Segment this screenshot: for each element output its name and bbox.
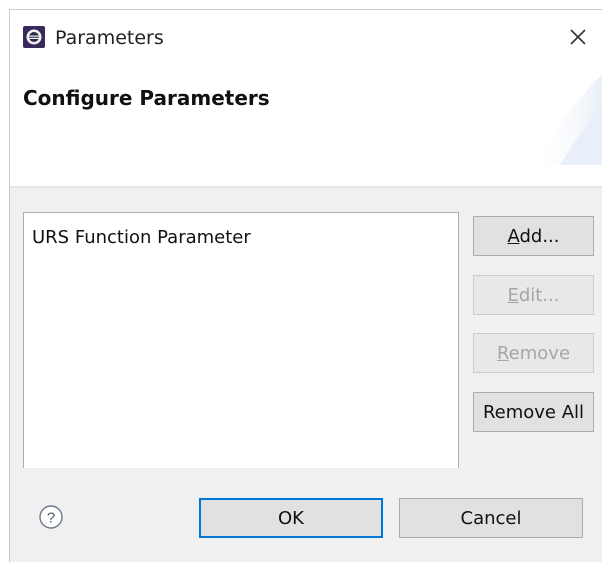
parameters-list[interactable]: URS Function Parameter [23,212,459,468]
banner-decoration [530,73,602,165]
list-item[interactable]: URS Function Parameter [32,226,251,250]
ok-button[interactable]: OK [199,498,383,538]
cancel-button[interactable]: Cancel [399,498,583,538]
remove-all-button[interactable]: Remove All [473,392,594,432]
remove-mnemonic: R [496,342,509,364]
add-label-rest: dd... [519,225,560,247]
edit-button[interactable]: Edit... [473,275,594,315]
add-button-label: Add... [507,226,559,247]
edit-mnemonic: E [507,284,519,306]
close-icon[interactable] [565,24,591,50]
dialog-banner: Configure Parameters [10,65,602,187]
banner-separator [10,186,602,188]
help-icon[interactable]: ? [38,504,64,530]
remove-button-label: Remove [497,343,570,364]
remove-label-rest: emove [508,342,571,364]
title-bar[interactable]: Parameters [10,10,602,65]
window-title: Parameters [55,27,164,49]
edit-label-rest: dit... [518,284,560,306]
remove-all-button-label: Remove All [482,401,585,423]
add-mnemonic: A [507,225,520,247]
parameters-dialog: Parameters Configure Parameters URS Func… [9,9,602,562]
edit-button-label: Edit... [507,285,559,306]
svg-text:?: ? [47,510,55,527]
add-button[interactable]: Add... [473,216,594,256]
remove-button[interactable]: Remove [473,333,594,373]
banner-title: Configure Parameters [23,86,270,110]
eclipse-app-icon [23,26,45,48]
